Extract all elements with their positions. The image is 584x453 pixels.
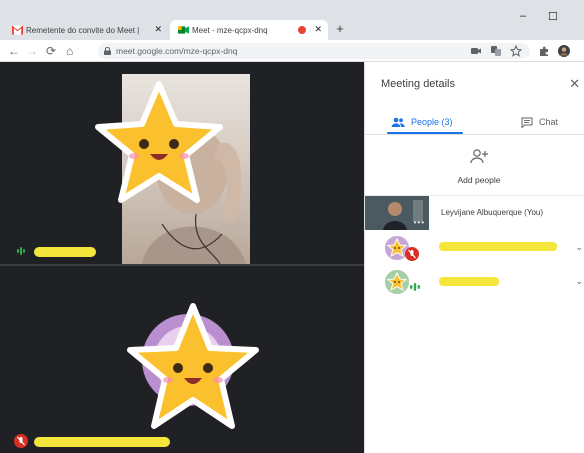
tab-people[interactable]: People (3) — [391, 110, 453, 134]
reload-button[interactable]: ⟳ — [46, 43, 56, 59]
mic-off-icon — [14, 434, 28, 448]
people-icon — [391, 117, 405, 127]
bookmark-star-icon[interactable] — [510, 45, 522, 57]
redacted-participant-name — [34, 437, 170, 447]
meeting-stage — [0, 62, 364, 453]
minimize-button[interactable]: – — [520, 10, 526, 22]
add-people-button[interactable]: Add people — [449, 148, 509, 185]
mic-off-icon — [405, 247, 419, 261]
star-face-sticker — [127, 303, 259, 429]
redacted-participant-name — [439, 242, 557, 251]
maximize-button[interactable]: ☐ — [548, 10, 558, 23]
speaking-indicator-icon — [410, 283, 420, 291]
address-bar[interactable]: meet.google.com/mze-qcpx-dnq — [98, 43, 530, 59]
tab-meet[interactable]: Meet - mze-qcpx-dnq ✕ — [170, 20, 328, 40]
tab-title: Remetente do convite do Meet | — [26, 25, 140, 35]
chevron-down-icon[interactable]: ⌄ — [575, 242, 583, 253]
star-face-sticker — [95, 81, 223, 203]
meet-icon — [178, 26, 189, 34]
close-tab-icon[interactable]: ✕ — [154, 24, 162, 35]
tab-chat[interactable]: Chat — [521, 110, 558, 134]
tab-title: Meet - mze-qcpx-dnq — [192, 25, 268, 35]
self-name: Leyvijane Albuquerque (You) — [441, 208, 544, 217]
translate-icon[interactable] — [490, 45, 502, 57]
participant-avatar — [385, 270, 409, 294]
gmail-icon — [12, 25, 23, 35]
panel-title: Meeting details — [381, 78, 455, 90]
recording-dot-icon — [298, 26, 306, 34]
participant-row[interactable]: ⌄ — [365, 266, 584, 302]
star-face-avatar-icon — [385, 270, 409, 294]
extensions-icon[interactable] — [538, 45, 550, 57]
back-button[interactable]: ← — [8, 43, 20, 59]
redacted-participant-name — [439, 277, 499, 286]
tab-chat-label: Chat — [539, 117, 559, 127]
close-panel-icon[interactable]: ✕ — [569, 76, 580, 92]
participant-row-self[interactable]: ••• Leyvijane Albuquerque (You) — [365, 196, 584, 232]
self-camera-thumbnail: ••• — [365, 196, 429, 230]
add-people-label: Add people — [457, 175, 501, 185]
profile-avatar-icon[interactable] — [558, 45, 570, 57]
more-options-icon[interactable]: ••• — [414, 218, 425, 227]
meeting-details-panel: Meeting details ✕ People (3) Chat Add pe… — [364, 62, 584, 453]
url-text: meet.google.com/mze-qcpx-dnq — [116, 46, 238, 56]
participant-tile[interactable] — [0, 266, 364, 453]
speaking-indicator-icon — [17, 247, 25, 255]
tabs-divider — [365, 134, 584, 135]
tab-people-label: People (3) — [411, 117, 453, 127]
participant-row[interactable]: ⌄ — [365, 232, 584, 268]
tab-gmail[interactable]: Remetente do convite do Meet | ✕ — [4, 20, 168, 40]
browser-titlebar: Remetente do convite do Meet | ✕ Meet - … — [0, 0, 584, 40]
add-person-icon — [470, 149, 488, 164]
forward-button[interactable]: → — [26, 43, 38, 59]
new-tab-button[interactable]: + — [333, 22, 347, 36]
browser-toolbar: ← → ⟳ ⌂ meet.google.com/mze-qcpx-dnq — [0, 40, 584, 62]
camera-in-use-icon[interactable] — [470, 45, 482, 57]
close-tab-icon[interactable]: ✕ — [314, 24, 322, 35]
home-button[interactable]: ⌂ — [66, 43, 73, 59]
chat-icon — [521, 117, 533, 128]
participant-tile[interactable] — [0, 62, 364, 264]
chevron-down-icon[interactable]: ⌄ — [575, 276, 583, 287]
redacted-participant-name — [34, 247, 96, 257]
lock-icon — [104, 47, 111, 55]
